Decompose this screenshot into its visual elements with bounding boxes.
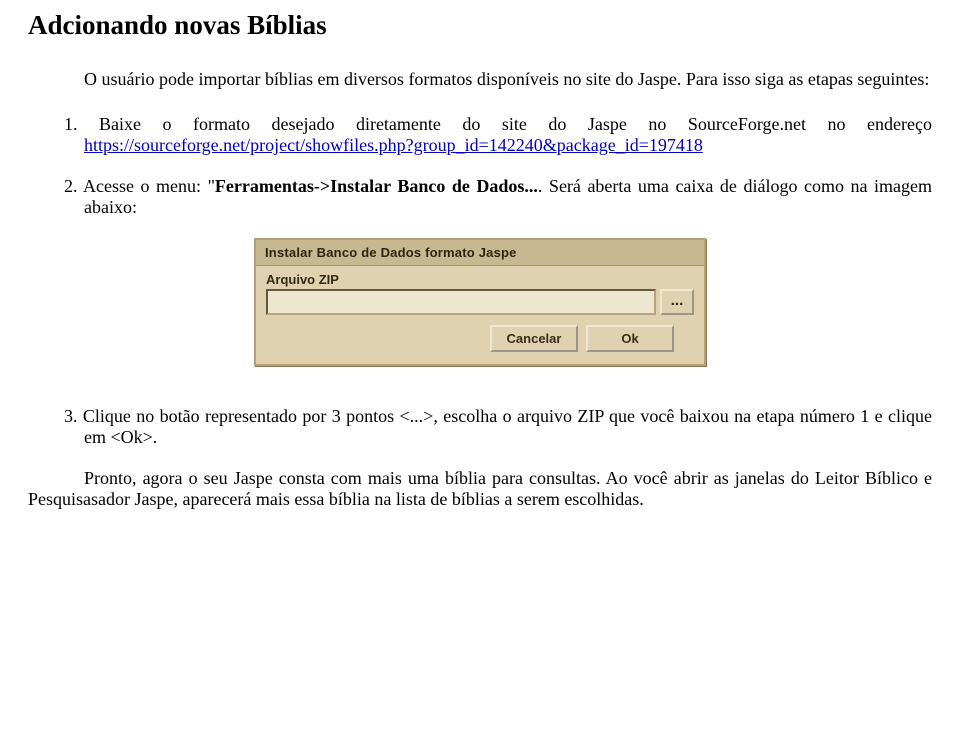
- step-2: 2. Acesse o menu: "Ferramentas->Instalar…: [28, 176, 932, 218]
- step-2-text-before: Acesse o menu: ": [78, 176, 215, 196]
- sourceforge-link[interactable]: https://sourceforge.net/project/showfile…: [84, 135, 703, 155]
- dialog-titlebar: Instalar Banco de Dados formato Jaspe: [256, 240, 704, 266]
- step-2-menu-path: Ferramentas->Instalar Banco de Dados...: [215, 176, 538, 196]
- step-3: 3. Clique no botão representado por 3 po…: [28, 406, 932, 448]
- step-1-text-before: Baixe o formato desejado diretamente do …: [78, 114, 933, 134]
- browse-button[interactable]: ...: [660, 289, 694, 315]
- zip-field-label: Arquivo ZIP: [266, 272, 694, 287]
- conclusion-paragraph: Pronto, agora o seu Jaspe consta com mai…: [28, 468, 932, 510]
- step-3-text: Clique no botão representado por 3 ponto…: [78, 406, 933, 447]
- step-1-number: 1.: [64, 114, 78, 134]
- page-title: Adcionando novas Bíblias: [28, 10, 932, 41]
- step-1: 1. Baixe o formato desejado diretamente …: [28, 114, 932, 156]
- zip-file-input[interactable]: [266, 289, 656, 315]
- cancel-button[interactable]: Cancelar: [490, 325, 578, 352]
- step-2-number: 2.: [64, 176, 78, 196]
- ok-button[interactable]: Ok: [586, 325, 674, 352]
- step-3-number: 3.: [64, 406, 78, 426]
- intro-paragraph: O usuário pode importar bíblias em diver…: [28, 69, 932, 90]
- install-dialog: Instalar Banco de Dados formato Jaspe Ar…: [254, 238, 706, 366]
